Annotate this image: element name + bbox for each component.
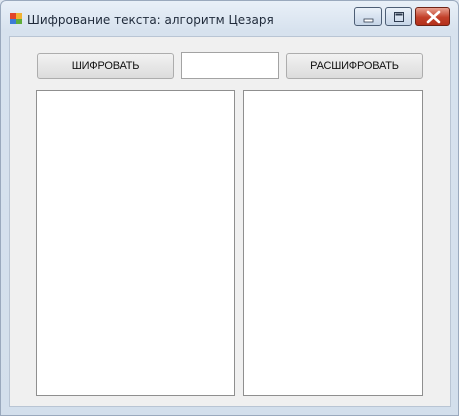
source-text-area[interactable]: [36, 90, 235, 396]
minimize-button[interactable]: [354, 7, 382, 26]
form-client-area: ШИФРОВАТЬ РАСШИФРОВАТЬ: [9, 36, 451, 407]
close-button[interactable]: [415, 7, 450, 26]
title-bar[interactable]: Шифрование текста: алгоритм Цезаря: [1, 1, 458, 35]
app-window: Шифрование текста: алгоритм Цезаря ШИФРО…: [0, 0, 459, 416]
window-title: Шифрование текста: алгоритм Цезаря: [27, 13, 274, 27]
app-icon: [10, 13, 22, 24]
result-text-area[interactable]: [243, 90, 423, 396]
close-icon: [426, 10, 441, 24]
maximize-button[interactable]: [385, 7, 412, 26]
maximize-icon: [394, 12, 404, 22]
minimize-icon: [363, 18, 374, 23]
decrypt-button[interactable]: РАСШИФРОВАТЬ: [286, 53, 423, 79]
key-input[interactable]: [181, 52, 279, 79]
encrypt-button[interactable]: ШИФРОВАТЬ: [37, 53, 174, 79]
